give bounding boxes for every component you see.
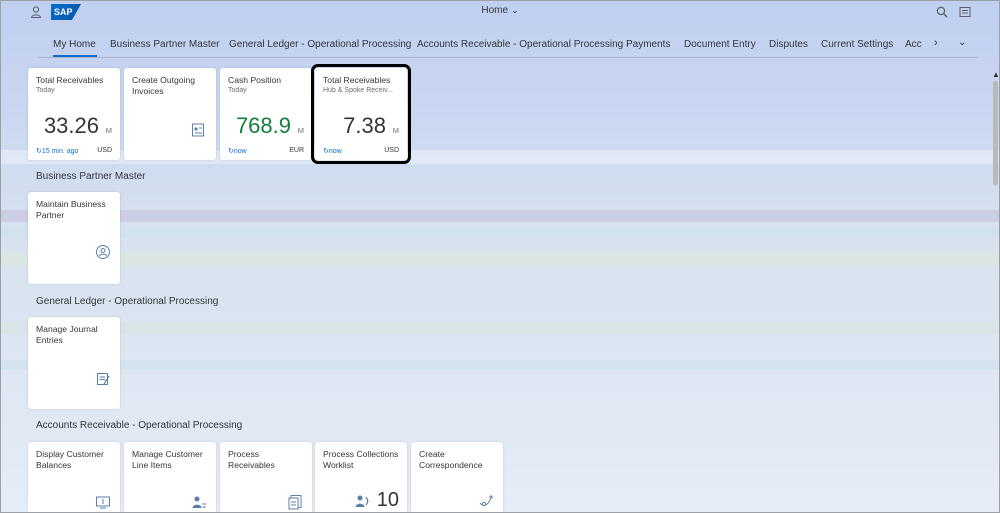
chevron-down-icon[interactable]: ⌄ bbox=[958, 37, 966, 48]
anchor-navigation-bar: My Home Business Partner Master General … bbox=[0, 36, 1000, 58]
tile-title: Manage Customer Line Items bbox=[132, 449, 203, 470]
tile-title: Create Outgoing Invoices bbox=[132, 75, 196, 96]
anchor-item-my-home[interactable]: My Home bbox=[53, 39, 96, 50]
tile-refresh[interactable]: ↻15 min. ago bbox=[36, 147, 78, 155]
tile-kpi-value: 7.38 bbox=[343, 113, 386, 138]
tile-title: Process Receivables bbox=[228, 449, 275, 470]
scrollbar-thumb[interactable] bbox=[993, 81, 998, 185]
tile-title: Cash Position bbox=[228, 75, 282, 85]
anchor-divider bbox=[38, 57, 978, 58]
anchor-item-disputes[interactable]: Disputes bbox=[769, 39, 808, 50]
anchor-item-accounts-receivable[interactable]: Accounts Receivable - Operational Proces… bbox=[417, 39, 623, 50]
tile-process-receivables[interactable]: Process Receivables bbox=[220, 442, 312, 513]
correspondence-icon bbox=[479, 495, 493, 507]
group-title-accounts-receivable: Accounts Receivable - Operational Proces… bbox=[36, 420, 243, 431]
anchor-item-business-partner-master[interactable]: Business Partner Master bbox=[110, 39, 220, 50]
tile-title: Total Receivables bbox=[36, 75, 104, 85]
group-title-general-ledger: General Ledger - Operational Processing bbox=[36, 296, 219, 307]
group-title-business-partner-master: Business Partner Master bbox=[36, 171, 146, 182]
tile-title: Create Correspondence bbox=[419, 449, 483, 470]
balances-icon bbox=[96, 496, 110, 509]
tile-unit: USD bbox=[384, 147, 399, 154]
user-settings-icon bbox=[96, 245, 110, 259]
chevron-right-icon[interactable]: › bbox=[934, 37, 938, 49]
chevron-down-icon: ⌄ bbox=[511, 5, 519, 15]
tile-maintain-business-partner[interactable]: Maintain Business Partner bbox=[28, 192, 120, 284]
background-stripe bbox=[0, 228, 1000, 238]
tile-refresh[interactable]: ↻now bbox=[228, 147, 247, 155]
tile-count: 10 bbox=[376, 489, 399, 511]
background-stripe bbox=[0, 360, 1000, 370]
scroll-up-icon[interactable]: ▲ bbox=[992, 70, 1000, 79]
tile-unit: EUR bbox=[289, 147, 304, 154]
tile-title: Maintain Business Partner bbox=[36, 199, 106, 220]
tile-create-correspondence[interactable]: Create Correspondence bbox=[411, 442, 503, 513]
tile-refresh-label: now bbox=[233, 148, 247, 155]
tile-total-receivables[interactable]: Total Receivables Today 33.26 M ↻15 min.… bbox=[28, 68, 120, 160]
anchor-item-payments[interactable]: Payments bbox=[626, 39, 670, 50]
tile-kpi-value: 33.26 bbox=[43, 113, 99, 138]
background-stripe bbox=[0, 322, 1000, 334]
tile-subtitle: Hub & Spoke Receiv... bbox=[323, 87, 393, 94]
tile-total-receivables-hub-spoke[interactable]: Total Receivables Hub & Spoke Receiv... … bbox=[311, 64, 411, 164]
notifications-icon[interactable] bbox=[958, 5, 972, 19]
tile-title: Total Receivables bbox=[323, 75, 391, 85]
tile-process-collections-worklist[interactable]: Process Collections Worklist 10 bbox=[315, 442, 407, 513]
anchor-item-general-ledger[interactable]: General Ledger - Operational Processing bbox=[229, 39, 411, 50]
search-icon[interactable] bbox=[935, 5, 949, 19]
invoice-icon bbox=[192, 123, 204, 137]
tile-title: Display Customer Balances bbox=[36, 449, 104, 470]
tile-manage-journal-entries[interactable]: Manage Journal Entries bbox=[28, 317, 120, 409]
collections-icon bbox=[355, 495, 369, 507]
tile-kpi-scale: M bbox=[297, 126, 304, 135]
tile-refresh[interactable]: ↻now bbox=[323, 147, 342, 155]
tile-manage-customer-line-items[interactable]: Manage Customer Line Items bbox=[124, 442, 216, 513]
anchor-item-current-settings[interactable]: Current Settings bbox=[821, 39, 893, 50]
shell-title[interactable]: Home ⌄ bbox=[0, 5, 1000, 16]
background-stripe bbox=[0, 252, 1000, 266]
tile-cash-position[interactable]: Cash Position Today 768.9 M ↻now EUR bbox=[220, 68, 312, 160]
shell-title-text: Home bbox=[481, 5, 509, 16]
background-stripe bbox=[0, 210, 1000, 222]
tile-title: Process Collections Worklist bbox=[323, 449, 399, 470]
tile-kpi-value: 768.9 bbox=[235, 113, 291, 138]
tile-display-customer-balances[interactable]: Display Customer Balances bbox=[28, 442, 120, 513]
tile-kpi-scale: M bbox=[105, 126, 112, 135]
tile-title: Manage Journal Entries bbox=[36, 324, 98, 345]
tile-unit: USD bbox=[97, 147, 112, 154]
anchor-item-document-entry[interactable]: Document Entry bbox=[684, 39, 756, 50]
journal-entries-icon bbox=[97, 373, 110, 385]
anchor-item-acc[interactable]: Acc bbox=[905, 39, 922, 50]
customer-items-icon bbox=[192, 496, 206, 508]
tile-subtitle: Today bbox=[36, 87, 55, 94]
tile-refresh-label: now bbox=[328, 148, 342, 155]
receivables-icon bbox=[288, 495, 302, 510]
tile-kpi-scale: M bbox=[392, 126, 399, 135]
tile-subtitle: Today bbox=[228, 87, 247, 94]
shell-header: SAP Home ⌄ bbox=[0, 0, 1000, 26]
tile-create-outgoing-invoices[interactable]: Create Outgoing Invoices bbox=[124, 68, 216, 160]
tile-refresh-label: 15 min. ago bbox=[41, 148, 79, 155]
